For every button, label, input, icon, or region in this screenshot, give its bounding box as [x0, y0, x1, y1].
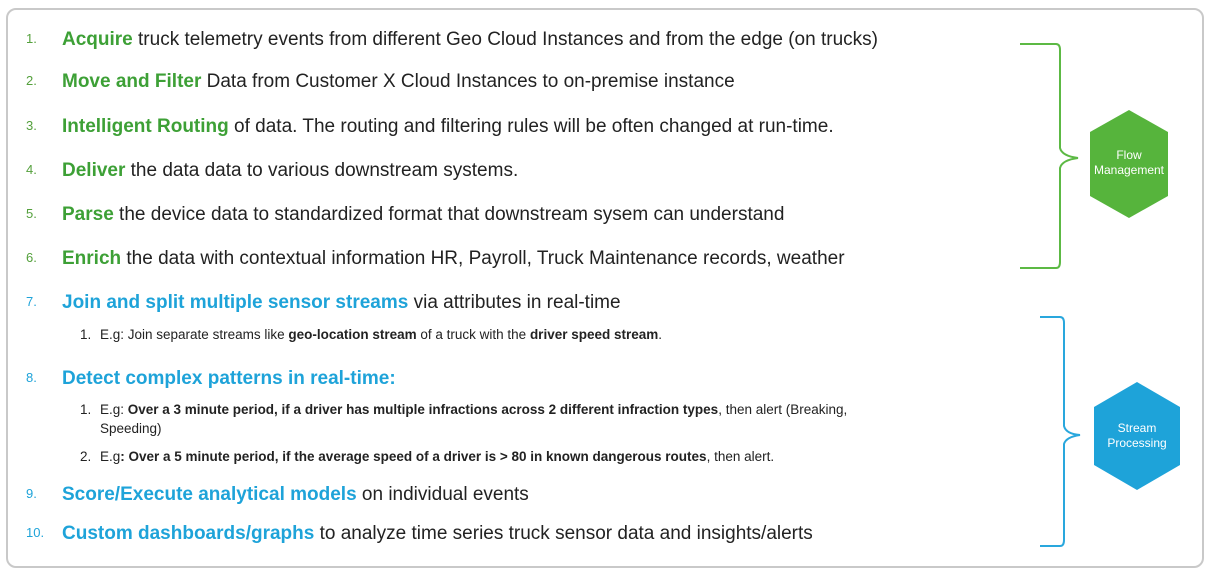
item-keyword: Intelligent Routing — [62, 116, 229, 137]
list-item-enrich: 6. Enrich the data with contextual inform… — [26, 248, 845, 270]
sub-item-text: , then alert. — [706, 449, 775, 464]
item-keyword: Acquire — [62, 29, 133, 50]
sub-item-bold: : Over a 5 minute period, if the average… — [120, 449, 707, 464]
item-keyword: Parse — [62, 204, 114, 225]
list-item-dashboards: 10. Custom dashboards/graphs to analyze t… — [26, 523, 813, 545]
item-text: on individual events — [356, 484, 529, 505]
item-keyword: Deliver — [62, 160, 126, 181]
sub-item-text: , then alert (Breaking, — [718, 402, 848, 417]
sub-item-bold: Over a 3 minute period, if a driver has … — [127, 402, 719, 417]
sub-item-number: 2. — [80, 449, 92, 464]
item-number: 2. — [26, 73, 37, 88]
list-item-move-filter: 2. Move and Filter Data from Customer X C… — [26, 71, 735, 93]
list-item-score-models: 9. Score/Execute analytical models on ind… — [26, 484, 529, 506]
sub-item-detect-example-1: 1. E.g: Over a 3 minute period, if a driv… — [80, 400, 1045, 438]
sub-item-text: E.g: — [100, 402, 128, 417]
stream-bracket — [1040, 316, 1081, 547]
item-number: 1. — [26, 31, 37, 46]
list-item-routing: 3. Intelligent Routing of data. The routi… — [26, 116, 834, 138]
list-item-join-split: 7. Join and split multiple sensor streams… — [26, 292, 621, 314]
flow-bracket — [1020, 43, 1079, 269]
item-number: 5. — [26, 206, 37, 221]
item-keyword: Custom dashboards/graphs — [62, 523, 315, 544]
stream-label-line1: Stream — [1117, 421, 1157, 435]
item-number: 10. — [26, 525, 45, 540]
item-text: the data data to various downstream syst… — [125, 160, 519, 181]
sub-item-text: of a truck with the — [416, 327, 530, 342]
list-item-parse: 5. Parse the device data to standardized … — [26, 204, 784, 226]
sub-item-number: 1. — [80, 402, 92, 417]
item-number: 6. — [26, 250, 37, 265]
list-item-acquire: 1. Acquire truck telemetry events from di… — [26, 29, 878, 51]
sub-item-text: E.g — [100, 449, 121, 464]
item-keyword: Detect complex patterns in real-time: — [62, 368, 396, 389]
sub-item-detect-example-2: 2. E.g: Over a 5 minute period, if the av… — [80, 447, 1045, 466]
flow-label-line2: Management — [1093, 163, 1165, 177]
item-number: 9. — [26, 486, 37, 501]
item-keyword: Enrich — [62, 248, 122, 269]
sub-item-join-example: 1. E.g: Join separate streams like geo-lo… — [80, 325, 1045, 344]
list-item-detect-patterns: 8. Detect complex patterns in real-time: — [26, 368, 396, 390]
stream-label-line2: Processing — [1107, 436, 1167, 450]
item-text: truck telemetry events from different Ge… — [132, 29, 878, 50]
flow-management-label: Flow Management — [1090, 148, 1168, 178]
item-number: 3. — [26, 118, 37, 133]
stream-processing-label: Stream Processing — [1094, 421, 1180, 451]
item-keyword: Score/Execute analytical models — [62, 484, 357, 505]
list-item-deliver: 4. Deliver the data data to various downs… — [26, 160, 518, 182]
sub-item-text-wrap: Speeding) — [100, 421, 162, 436]
item-text: Data from Customer X Cloud Instances to … — [201, 71, 735, 92]
sub-item-bold: geo-location stream — [288, 327, 417, 342]
item-text: to analyze time series truck sensor data… — [314, 523, 813, 544]
sub-item-bold: driver speed stream — [529, 327, 659, 342]
item-number: 8. — [26, 370, 37, 385]
sub-item-number: 1. — [80, 327, 92, 342]
item-number: 7. — [26, 294, 37, 309]
item-text: the data with contextual information HR,… — [121, 248, 845, 269]
item-text: via attributes in real-time — [408, 292, 621, 313]
item-keyword: Move and Filter — [62, 71, 202, 92]
item-text: of data. The routing and filtering rules… — [228, 116, 834, 137]
item-text: the device data to standardized format t… — [113, 204, 785, 225]
flow-label-line1: Flow — [1116, 148, 1142, 162]
item-keyword: Join and split multiple sensor streams — [62, 292, 409, 313]
sub-item-text: E.g: Join separate streams like — [100, 327, 289, 342]
item-number: 4. — [26, 162, 37, 177]
sub-item-text: . — [658, 327, 663, 342]
